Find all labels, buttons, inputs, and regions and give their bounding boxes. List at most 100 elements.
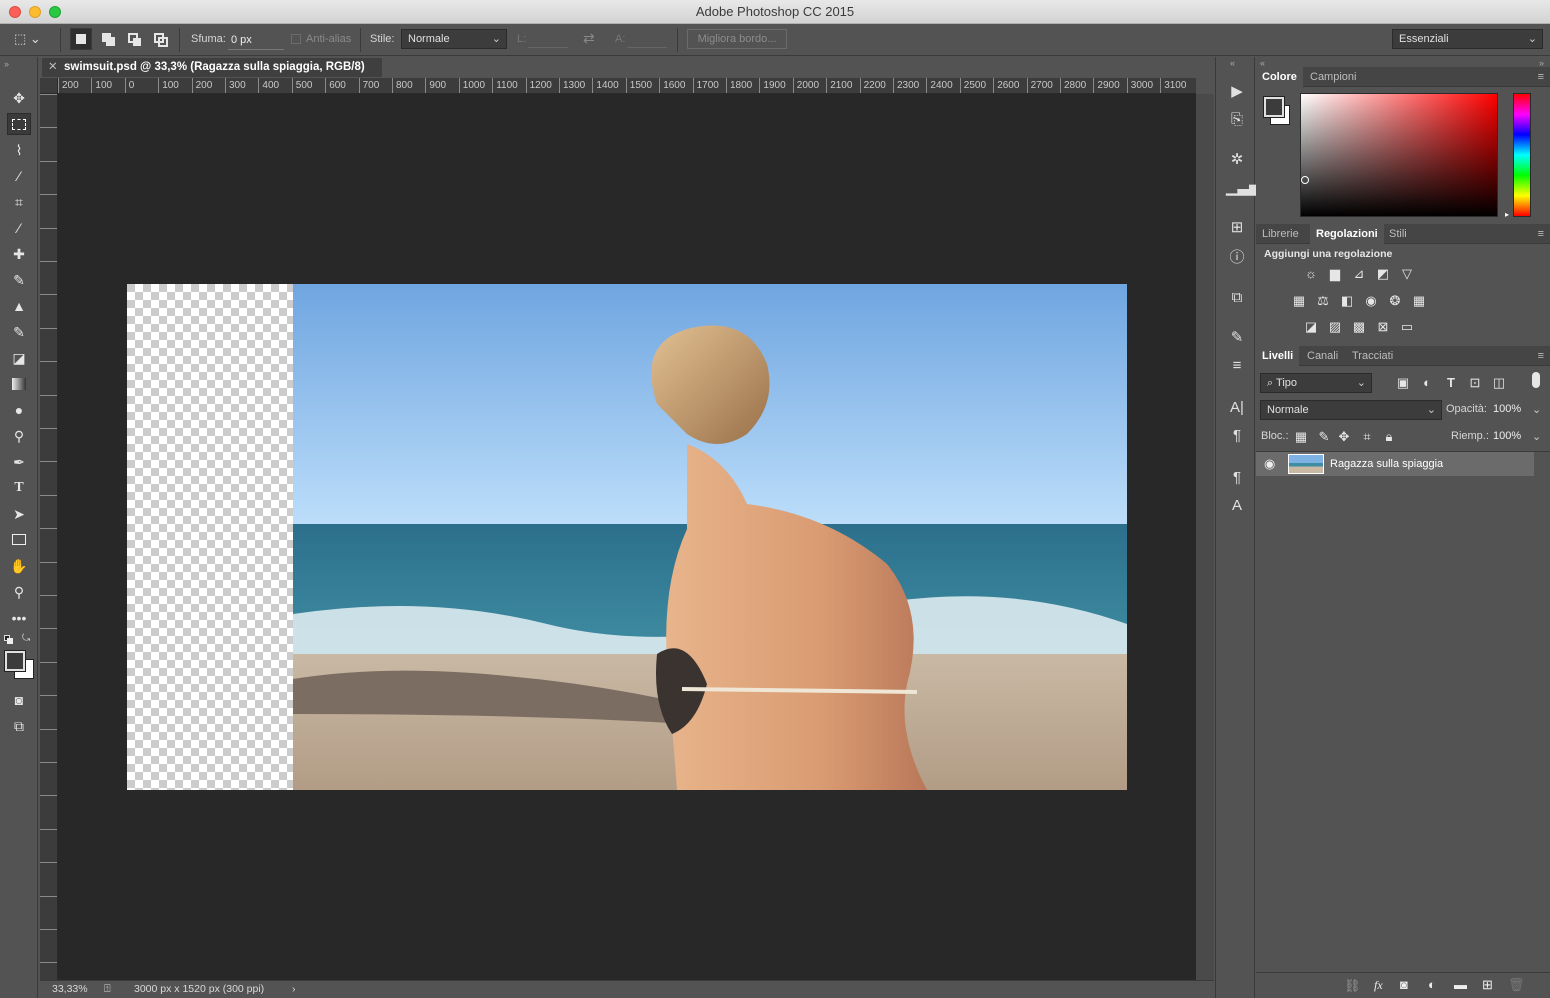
lock-image-icon[interactable]: ✎ <box>1315 429 1333 445</box>
history-icon[interactable]: ⎘ <box>1226 109 1248 131</box>
hue-saturation-icon[interactable]: ▦ <box>1290 293 1308 309</box>
opacity-value[interactable]: 100% <box>1493 403 1521 415</box>
swap-colors-icon[interactable]: ⤿ <box>22 633 30 644</box>
opacity-dropdown-icon[interactable]: ⌄ <box>1532 403 1541 416</box>
rectangle-tool-icon[interactable] <box>7 529 31 551</box>
color-balance-icon[interactable]: ⚖ <box>1314 293 1332 309</box>
close-tab-icon[interactable]: ✕ <box>48 58 58 77</box>
histogram-icon[interactable]: ▁▃▅ <box>1226 177 1261 199</box>
path-selection-tool-icon[interactable]: ➤ <box>7 503 31 525</box>
new-selection-button[interactable] <box>70 28 92 50</box>
channel-mixer-icon[interactable]: ❂ <box>1386 293 1404 309</box>
new-group-icon[interactable]: ▬ <box>1454 977 1467 992</box>
brush-tool-icon[interactable]: ✎ <box>7 269 31 291</box>
new-layer-icon[interactable]: ⊞ <box>1482 977 1493 993</box>
workspace-select[interactable]: Essenziali ⌄ <box>1392 29 1543 49</box>
collapse-icon[interactable]: » <box>4 59 9 69</box>
screen-mode-icon[interactable]: ⧉ <box>7 715 31 737</box>
style-select[interactable]: Normale ⌄ <box>401 29 507 49</box>
document-image[interactable] <box>127 284 1127 790</box>
add-mask-icon[interactable]: ◙ <box>1400 977 1408 992</box>
quick-mask-icon[interactable]: ◙ <box>7 689 31 711</box>
clone-stamp-tool-icon[interactable]: ▲ <box>7 295 31 317</box>
visibility-eye-icon[interactable]: ◉ <box>1264 456 1275 472</box>
blend-mode-select[interactable]: Normale ⌄ <box>1260 400 1442 420</box>
crop-tool-icon[interactable]: ⌗ <box>7 191 31 213</box>
filter-shape-icon[interactable]: ⊡ <box>1466 375 1484 391</box>
intersect-selection-button[interactable] <box>149 28 171 50</box>
zoom-tool-icon[interactable]: ⚲ <box>7 581 31 603</box>
close-window-button[interactable] <box>9 6 21 18</box>
exposure-icon[interactable]: ◩ <box>1374 266 1392 282</box>
tab-regolazioni[interactable]: Regolazioni <box>1310 224 1384 244</box>
play-action-icon[interactable]: ▶ <box>1226 81 1248 103</box>
lock-all-icon[interactable]: 🔒︎ <box>1380 429 1398 445</box>
character-styles-icon[interactable]: A <box>1226 495 1248 517</box>
lock-position-icon[interactable]: ✥ <box>1335 429 1353 445</box>
new-adjustment-icon[interactable]: ◐ <box>1428 977 1436 992</box>
antialias-checkbox[interactable] <box>291 34 301 44</box>
pen-tool-icon[interactable]: ✒ <box>7 451 31 473</box>
delete-layer-icon[interactable]: 🗑︎ <box>1508 977 1525 993</box>
filter-pixel-icon[interactable]: ▣ <box>1394 375 1412 391</box>
width-input[interactable] <box>528 32 568 48</box>
layer-name[interactable]: Ragazza sulla spiaggia <box>1330 458 1443 470</box>
tab-librerie[interactable]: Librerie <box>1256 224 1305 244</box>
posterize-icon[interactable]: ▨ <box>1326 319 1344 335</box>
color-field[interactable] <box>1300 93 1498 217</box>
foreground-color-swatch[interactable] <box>4 650 26 672</box>
layer-filter-select[interactable]: ⌕ Tipo ⌄ <box>1260 373 1372 393</box>
clone-source-icon[interactable]: ⧉ <box>1226 287 1248 309</box>
paragraph-icon[interactable]: ¶ <box>1226 425 1248 447</box>
filter-smart-object-icon[interactable]: ◫ <box>1490 375 1508 391</box>
feather-input[interactable]: 0 px <box>228 30 284 50</box>
invert-icon[interactable]: ◪ <box>1302 319 1320 335</box>
move-tool-icon[interactable]: ✥ <box>7 87 31 109</box>
navigator-icon[interactable]: ✲ <box>1226 149 1248 171</box>
zoom-level[interactable]: 33,33% <box>52 981 88 998</box>
ruler-origin[interactable] <box>40 78 58 94</box>
paragraph-styles-icon[interactable]: ¶ <box>1226 467 1248 489</box>
magic-wand-tool-icon[interactable]: ⁄ <box>7 165 31 187</box>
tab-colore[interactable]: Colore <box>1256 67 1303 87</box>
gradient-tool-icon[interactable] <box>7 373 31 395</box>
gradient-map-icon[interactable]: ▭ <box>1398 319 1416 335</box>
hue-slider-handle[interactable]: ▸ <box>1505 210 1509 219</box>
levels-icon[interactable]: ▆ <box>1326 266 1344 282</box>
minimize-window-button[interactable] <box>29 6 41 18</box>
vertical-scrollbar[interactable] <box>1196 94 1214 980</box>
fill-value[interactable]: 100% <box>1493 430 1521 442</box>
panel-menu-icon[interactable]: ≡ <box>1538 350 1544 362</box>
lock-artboard-icon[interactable]: ⌗ <box>1358 429 1376 445</box>
horizontal-ruler[interactable]: 200 100 0 100 200 300 400 500 600 700 800 900 1000 11… <box>58 78 1196 94</box>
tab-stili[interactable]: Stili <box>1383 224 1413 244</box>
share-icon[interactable]: ⍐ <box>104 981 111 998</box>
panel-menu-icon[interactable]: ≡ <box>1538 228 1544 240</box>
tab-campioni[interactable]: Campioni <box>1304 67 1362 87</box>
default-colors-icon[interactable] <box>4 635 13 644</box>
selective-color-icon[interactable]: ⊠ <box>1374 319 1392 335</box>
libraries-icon[interactable]: ⊞ <box>1226 217 1248 239</box>
type-tool-icon[interactable]: T <box>7 477 31 499</box>
layer-row[interactable]: ◉ Ragazza sulla spiaggia <box>1256 452 1534 476</box>
fx-icon[interactable]: fx <box>1374 978 1383 993</box>
color-fg-swatch[interactable] <box>1263 96 1285 118</box>
filter-type-icon[interactable]: T <box>1442 375 1460 391</box>
black-white-icon[interactable]: ◧ <box>1338 293 1356 309</box>
tab-canali[interactable]: Canali <box>1301 346 1344 366</box>
vibrance-icon[interactable]: ▽ <box>1398 266 1416 282</box>
link-layers-icon[interactable]: ⛓ <box>1344 978 1361 994</box>
refine-edge-button[interactable]: Migliora bordo... <box>687 29 787 49</box>
marquee-tool-icon[interactable] <box>7 113 31 135</box>
filter-adjustment-icon[interactable]: ◐ <box>1418 375 1436 391</box>
healing-brush-tool-icon[interactable]: ✚ <box>7 243 31 265</box>
collapse-dock-icon[interactable]: « <box>1230 58 1235 68</box>
tab-tracciati[interactable]: Tracciati <box>1346 346 1399 366</box>
add-selection-button[interactable] <box>97 28 119 50</box>
properties-icon[interactable]: ≡ <box>1226 355 1248 377</box>
subtract-selection-button[interactable] <box>123 28 145 50</box>
zoom-window-button[interactable] <box>49 6 61 18</box>
photo-filter-icon[interactable]: ◉ <box>1362 293 1380 309</box>
tab-livelli[interactable]: Livelli <box>1256 346 1300 366</box>
vertical-ruler[interactable] <box>40 94 58 980</box>
